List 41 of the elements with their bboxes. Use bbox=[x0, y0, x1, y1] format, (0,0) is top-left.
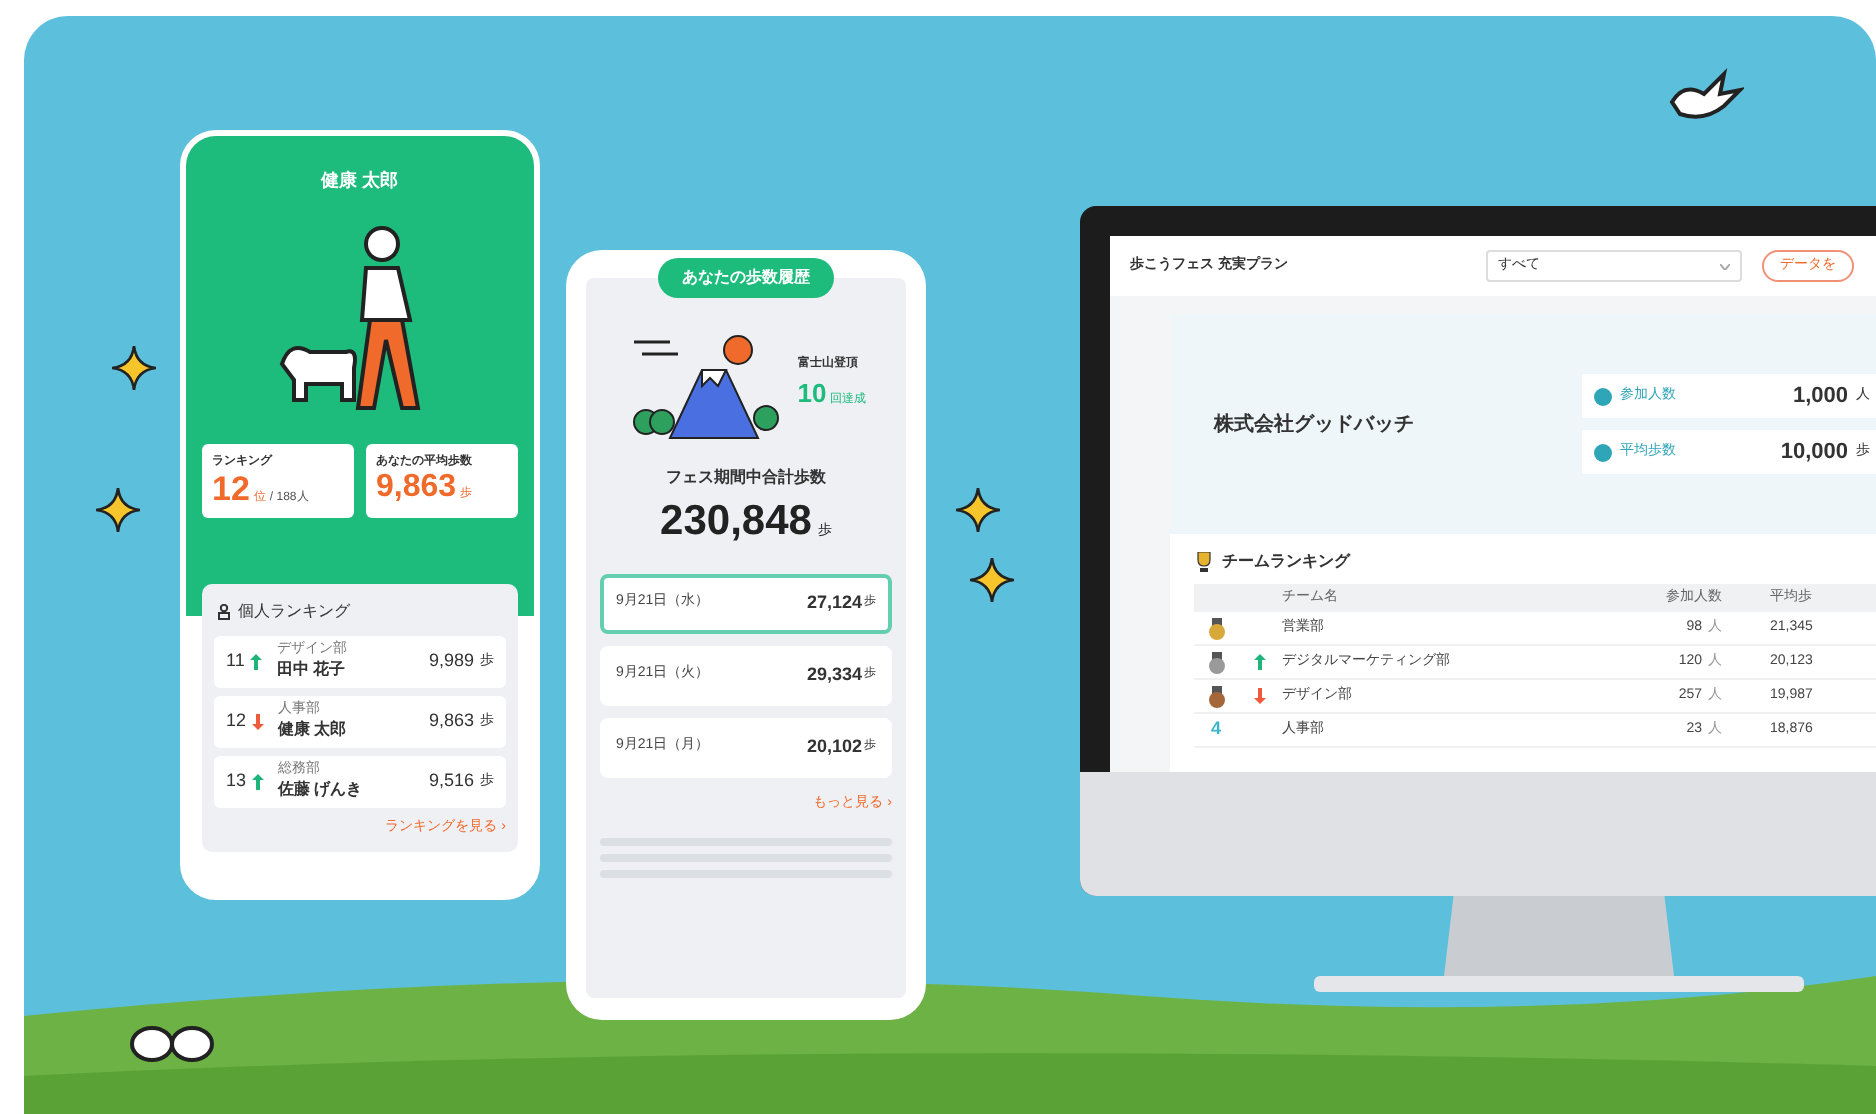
medal-icon bbox=[1207, 617, 1225, 639]
medal-icon bbox=[1207, 651, 1225, 673]
rank-number: 13 bbox=[226, 768, 247, 795]
company-name: 株式会社グッドバッチ bbox=[1214, 411, 1416, 439]
stat-value: 1,000 bbox=[1792, 381, 1848, 412]
step-count: 29,334 bbox=[806, 661, 862, 688]
sparkle-icon bbox=[956, 488, 1000, 532]
sparkle-icon bbox=[112, 346, 156, 390]
medal-icon bbox=[1207, 685, 1225, 707]
achievement-count: 10 bbox=[797, 375, 827, 412]
total-steps-label: フェス期間中合計歩数 bbox=[666, 466, 826, 490]
sparkle-icon bbox=[970, 558, 1014, 602]
member-name: 健康 太郎 bbox=[278, 718, 347, 742]
personal-ranking-title: 個人ランキング bbox=[238, 600, 350, 624]
team-ranking-title: チームランキング bbox=[1222, 550, 1350, 574]
step-count: 9,863 bbox=[428, 708, 474, 735]
stat-icon bbox=[1594, 443, 1612, 461]
member-name: 田中 花子 bbox=[276, 658, 347, 682]
down-arrow-icon bbox=[1254, 688, 1266, 704]
stat-value: 10,000 bbox=[1780, 437, 1848, 468]
up-arrow-icon bbox=[250, 654, 263, 670]
user-name: 健康 太郎 bbox=[321, 168, 399, 194]
stat-icon bbox=[1594, 387, 1612, 405]
rank-number: 11 bbox=[226, 648, 245, 675]
step-count: 9,516 bbox=[428, 768, 474, 795]
step-count: 20,102 bbox=[806, 733, 862, 760]
step-count: 27,124 bbox=[806, 589, 862, 616]
trophy-icon bbox=[1194, 552, 1214, 572]
average-steps-value: 9,863 bbox=[376, 471, 457, 503]
total-steps-value: 230,848 bbox=[660, 496, 812, 548]
person-icon bbox=[218, 604, 230, 620]
sparkle-icon bbox=[96, 488, 140, 532]
rank-number: 4 bbox=[1210, 716, 1221, 743]
rank-value: 12 bbox=[212, 471, 250, 505]
member-name: 佐藤 げんき bbox=[278, 778, 363, 802]
up-arrow-icon bbox=[252, 774, 265, 790]
up-arrow-icon bbox=[1254, 654, 1266, 670]
step-count: 9,989 bbox=[428, 648, 474, 675]
rank-number: 12 bbox=[226, 708, 247, 735]
chevron-down-icon bbox=[1720, 263, 1730, 269]
down-arrow-icon bbox=[252, 714, 265, 730]
